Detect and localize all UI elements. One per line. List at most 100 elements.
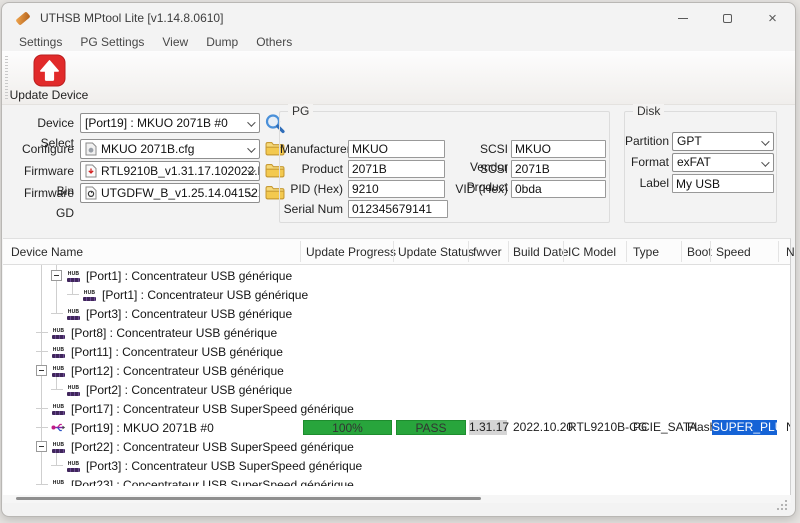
- col-next-partial[interactable]: N: [786, 239, 795, 265]
- col-build-date[interactable]: Build Date: [513, 239, 568, 265]
- format-combobox[interactable]: exFAT: [672, 153, 774, 172]
- device-select-value: [Port19] : MKUO 2071B #0: [85, 116, 228, 130]
- device-name: [Port2] : Concentrateur USB générique: [86, 383, 292, 397]
- product-field[interactable]: [348, 160, 445, 178]
- resize-grip[interactable]: [777, 500, 779, 502]
- minimize-icon: [678, 18, 688, 19]
- volume-label-label: Label: [625, 174, 669, 192]
- tree-row[interactable]: HUB [Port1] : Concentrateur USB génériqu…: [3, 285, 790, 304]
- serial-num-field[interactable]: [348, 200, 448, 218]
- config-file-icon: [85, 142, 97, 156]
- configure-combobox[interactable]: MKUO 2071B.cfg: [80, 139, 260, 159]
- scsi-product-field[interactable]: [511, 160, 606, 178]
- tree-row[interactable]: HUB [Port2] : Concentrateur USB génériqu…: [3, 380, 790, 399]
- col-update-status[interactable]: Update Status: [398, 239, 474, 265]
- firmware-bin-combobox[interactable]: RTL9210B_v1.31.17.102022.bin: [80, 161, 260, 181]
- column-separator[interactable]: [778, 241, 779, 262]
- pid-field[interactable]: [348, 180, 445, 198]
- tree-row[interactable]: HUB [Port22] : Concentrateur USB SuperSp…: [3, 437, 790, 456]
- firmware-gd-label: Firmware GD: [10, 183, 74, 223]
- tree-row[interactable]: HUB [Port23] : Concentrateur USB SuperSp…: [3, 475, 790, 486]
- col-fwver[interactable]: fwver: [473, 239, 502, 265]
- toolbar-gripper[interactable]: [5, 56, 8, 99]
- vid-label: VID (Hex): [446, 180, 508, 198]
- usb-device-icon: [51, 421, 66, 434]
- column-separator[interactable]: [393, 241, 394, 262]
- app-icon: [15, 10, 32, 26]
- device-select-combobox[interactable]: [Port19] : MKUO 2071B #0: [80, 113, 260, 133]
- tree-branch: [51, 465, 63, 466]
- col-device-name[interactable]: Device Name: [11, 239, 83, 265]
- title-bar: UTHSB MPtool Lite [v1.14.8.0610] ×: [2, 3, 795, 33]
- update-device-label: Update Device: [10, 88, 89, 102]
- maximize-button[interactable]: [705, 3, 750, 33]
- volume-label-field[interactable]: [672, 174, 774, 193]
- device-name: [Port17] : Concentrateur USB SuperSpeed …: [71, 402, 354, 416]
- device-name: [Port3] : Concentrateur USB SuperSpeed g…: [86, 459, 362, 473]
- collapse-expander-icon[interactable]: [51, 270, 62, 281]
- horizontal-scrollbar-thumb[interactable]: [16, 497, 481, 500]
- usb-hub-icon: HUB: [51, 364, 66, 377]
- pg-row-manufacturer: Manufacturer SCSI Vendor: [280, 140, 611, 158]
- tree-row[interactable]: HUB [Port3] : Concentrateur USB SuperSpe…: [3, 456, 790, 475]
- speed-badge: SUPER_PLUS: [712, 420, 777, 435]
- col-update-progress[interactable]: Update Progress: [306, 239, 396, 265]
- tree-branch: [36, 427, 48, 428]
- usb-hub-icon: HUB: [51, 402, 66, 415]
- toolbar: Update Device: [2, 51, 795, 105]
- close-button[interactable]: ×: [750, 3, 795, 33]
- update-device-button[interactable]: Update Device: [10, 54, 88, 103]
- tree-branch: [51, 389, 63, 390]
- menu-dump[interactable]: Dump: [197, 35, 247, 49]
- manufacturer-label: Manufacturer: [280, 140, 343, 158]
- horizontal-scrollbar[interactable]: [3, 495, 791, 503]
- minimize-button[interactable]: [660, 3, 705, 33]
- firmware-gd-combobox[interactable]: UTGDFW_B_v1.25.14.041521.bin: [80, 183, 260, 203]
- pg-groupbox: PG Manufacturer SCSI Vendor Product SCSI…: [279, 111, 610, 223]
- device-name: [Port22] : Concentrateur USB SuperSpeed …: [71, 440, 354, 454]
- manufacturer-field[interactable]: [348, 140, 445, 158]
- column-separator[interactable]: [468, 241, 469, 262]
- tree-branch: [36, 484, 48, 485]
- collapse-expander-icon[interactable]: [36, 365, 47, 376]
- device-name: [Port1] : Concentrateur USB générique: [102, 288, 308, 302]
- usb-hub-icon: HUB: [66, 269, 81, 282]
- tree-row[interactable]: HUB [Port17] : Concentrateur USB SuperSp…: [3, 399, 790, 418]
- col-type[interactable]: Type: [633, 239, 659, 265]
- menu-others[interactable]: Others: [247, 35, 301, 49]
- column-separator[interactable]: [710, 241, 711, 262]
- disk-groupbox: Disk Partition GPT Format exFAT Label: [624, 111, 777, 223]
- vid-field[interactable]: [511, 180, 606, 198]
- collapse-expander-icon[interactable]: [36, 441, 47, 452]
- table-header: Device Name Update Progress Update Statu…: [3, 239, 790, 265]
- tree-row[interactable]: HUB [Port11] : Concentrateur USB génériq…: [3, 342, 790, 361]
- tree-row[interactable]: HUB [Port1] : Concentrateur USB génériqu…: [3, 266, 790, 285]
- col-boot[interactable]: Boot: [687, 239, 712, 265]
- col-speed[interactable]: Speed: [716, 239, 751, 265]
- disk-row-label: Label: [625, 174, 778, 192]
- tree-row[interactable]: HUB [Port12] : Concentrateur USB génériq…: [3, 361, 790, 380]
- usb-hub-icon: HUB: [66, 383, 81, 396]
- update-status-badge: PASS: [396, 420, 466, 435]
- firmware-gd-value: UTGDFW_B_v1.25.14.041521.bin: [101, 186, 260, 200]
- window-controls: ×: [660, 3, 795, 33]
- tree-branch: [51, 313, 63, 314]
- menu-view[interactable]: View: [153, 35, 197, 49]
- scsi-vendor-field[interactable]: [511, 140, 606, 158]
- device-table: Device Name Update Progress Update Statu…: [3, 238, 791, 495]
- device-select-row: Device Select [Port19] : MKUO 2071B #0: [10, 113, 290, 133]
- column-separator[interactable]: [626, 241, 627, 262]
- column-separator[interactable]: [563, 241, 564, 262]
- column-separator[interactable]: [508, 241, 509, 262]
- usb-hub-icon: HUB: [66, 459, 81, 472]
- menu-pg-settings[interactable]: PG Settings: [71, 35, 153, 49]
- column-separator[interactable]: [681, 241, 682, 262]
- tree-row[interactable]: HUB [Port3] : Concentrateur USB génériqu…: [3, 304, 790, 323]
- partition-combobox[interactable]: GPT: [672, 132, 774, 151]
- tree-branch: [67, 294, 79, 295]
- col-ic-model[interactable]: IC Model: [568, 239, 616, 265]
- column-separator[interactable]: [300, 241, 301, 262]
- tree-row[interactable]: HUB [Port8] : Concentrateur USB génériqu…: [3, 323, 790, 342]
- device-row-port19[interactable]: [Port19] : MKUO 2071B #0 100% PASS 1.31.…: [3, 418, 790, 437]
- menu-settings[interactable]: Settings: [10, 35, 71, 49]
